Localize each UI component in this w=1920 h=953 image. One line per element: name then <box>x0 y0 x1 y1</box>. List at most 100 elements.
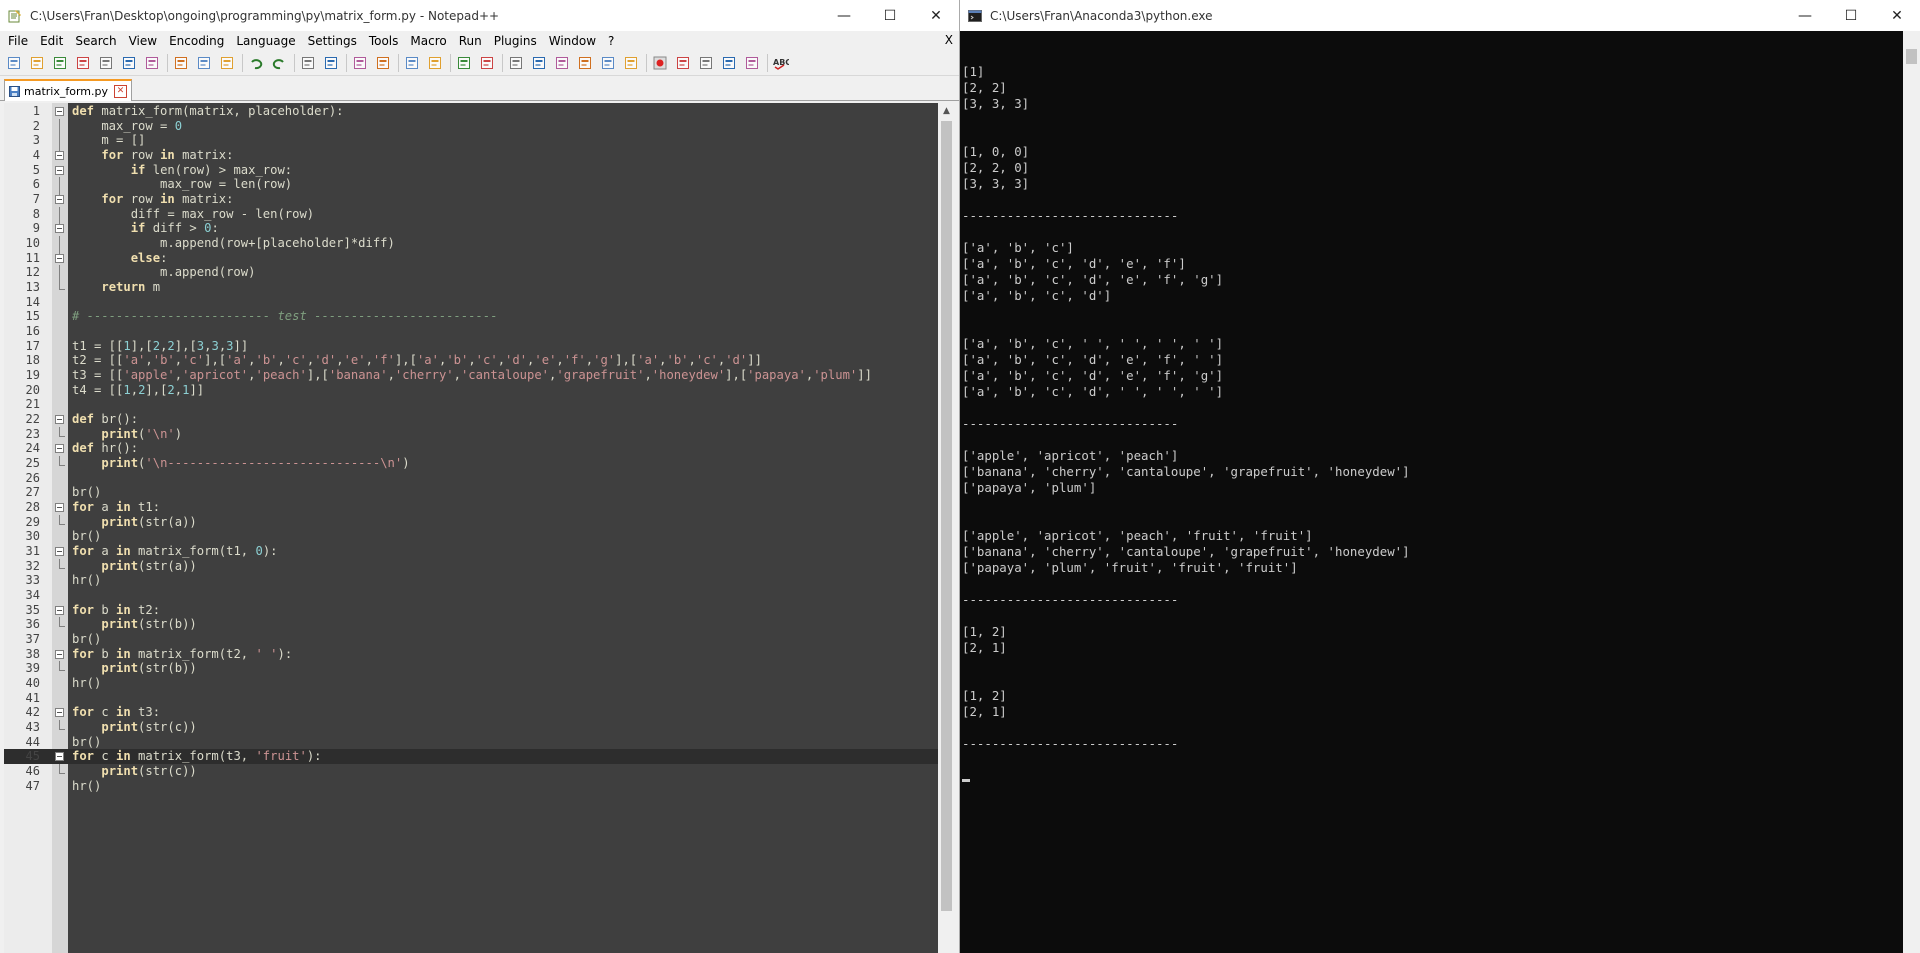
close-all-icon[interactable] <box>121 55 137 71</box>
code-line[interactable]: 10 m.append(row+[placeholder]*diff) <box>4 236 938 255</box>
find-icon[interactable] <box>300 55 316 71</box>
fold-toggle-icon[interactable] <box>55 503 64 513</box>
spell-check-icon[interactable]: ABC <box>773 55 789 71</box>
menu-run[interactable]: Run <box>453 34 488 48</box>
fold-toggle-icon[interactable] <box>55 708 64 718</box>
console-vertical-scrollbar[interactable] <box>1903 31 1920 953</box>
code-line[interactable]: 47 hr() <box>4 779 938 794</box>
zoom-out-icon[interactable] <box>375 55 391 71</box>
code-line[interactable]: 35 for b in t2: <box>4 603 938 618</box>
code-line[interactable]: 6 max_row = len(row) <box>4 177 938 196</box>
monitoring-icon[interactable] <box>623 55 639 71</box>
code-line[interactable]: 22 def br(): <box>4 412 938 427</box>
new-file-icon[interactable] <box>6 55 22 71</box>
code-line[interactable]: 17 t1 = [[1],[2,2],[3,3,3]] <box>4 339 938 354</box>
code-line[interactable]: 11 else: <box>4 251 938 266</box>
code-line[interactable]: 36 print(str(b)) <box>4 617 938 632</box>
cut-icon[interactable] <box>173 55 189 71</box>
copy-icon[interactable] <box>196 55 212 71</box>
undo-icon[interactable] <box>248 55 264 71</box>
code-line[interactable]: 13 return m <box>4 280 938 295</box>
code-editor[interactable]: 1 def matrix_form(matrix, placeholder): 2 … <box>4 103 938 953</box>
scroll-up-arrow-icon[interactable]: ▲ <box>938 103 955 120</box>
fold-toggle-icon[interactable] <box>55 107 64 116</box>
doc-map-icon[interactable] <box>554 55 570 71</box>
code-line[interactable]: 46 print(str(c)) <box>4 764 938 779</box>
code-line[interactable]: 20 t4 = [[1,2],[2,1]] <box>4 383 938 398</box>
save-all-icon[interactable] <box>75 55 91 71</box>
fold-toggle-icon[interactable] <box>55 195 64 205</box>
code-line[interactable]: 27 br() <box>4 485 938 500</box>
code-line[interactable]: 42 for c in t3: <box>4 705 938 720</box>
sync-vertical-icon[interactable] <box>404 55 420 71</box>
code-line[interactable]: 30 br() <box>4 529 938 544</box>
function-list-icon[interactable] <box>577 55 593 71</box>
menu-tools[interactable]: Tools <box>363 34 405 48</box>
editor-scroll-thumb[interactable] <box>941 121 952 911</box>
console-scroll-thumb[interactable] <box>1906 49 1917 64</box>
code-line[interactable]: 25 print('\n----------------------------… <box>4 456 938 471</box>
console-output[interactable]: [1] [2, 2] [3, 3, 3] [1, 0, 0] [2, 2, 0] [3, … <box>962 32 1920 784</box>
user-language-icon[interactable] <box>531 55 547 71</box>
console-close-button[interactable]: ✕ <box>1874 0 1920 31</box>
code-line[interactable]: 23 print('\n') <box>4 426 938 442</box>
fold-toggle-icon[interactable] <box>55 547 64 557</box>
console-title-bar[interactable]: C:\Users\Fran\Anaconda3\python.exe — ☐ ✕ <box>960 0 1920 31</box>
code-line[interactable]: 19 t3 = [['apple','apricot','peach'],['ba… <box>4 368 938 383</box>
indent-guide-icon[interactable] <box>508 55 524 71</box>
menu-plugins[interactable]: Plugins <box>488 34 543 48</box>
menu-file[interactable]: File <box>2 34 34 48</box>
code-line[interactable]: 1 def matrix_form(matrix, placeholder): <box>4 104 938 119</box>
tab-matrix-form-py[interactable]: matrix_form.py ✕ <box>4 79 132 101</box>
code-line[interactable]: 45 for c in matrix_form(t3, 'fruit'): <box>4 749 938 765</box>
open-file-icon[interactable] <box>29 55 45 71</box>
code-line[interactable]: 14 <box>4 295 938 310</box>
code-line[interactable]: 15 # ------------------------- test -----… <box>4 309 938 324</box>
fold-toggle-icon[interactable] <box>55 253 64 263</box>
save-icon[interactable] <box>52 55 68 71</box>
code-line[interactable]: 40 hr() <box>4 676 938 691</box>
code-line[interactable]: 4 for row in matrix: <box>4 148 938 163</box>
code-line[interactable]: 41 <box>4 691 938 706</box>
code-line[interactable]: 5 if len(row) > max_row: <box>4 163 938 178</box>
fold-toggle-icon[interactable] <box>55 444 64 454</box>
editor-minimize-button[interactable]: — <box>821 0 867 31</box>
code-line[interactable]: 16 <box>4 324 938 339</box>
code-line[interactable]: 34 <box>4 588 938 603</box>
zoom-in-icon[interactable] <box>352 55 368 71</box>
fold-toggle-icon[interactable] <box>55 415 64 425</box>
play-macro-icon[interactable] <box>698 55 714 71</box>
menu-search[interactable]: Search <box>69 34 122 48</box>
fold-toggle-icon[interactable] <box>55 224 64 234</box>
fold-toggle-icon[interactable] <box>55 649 64 659</box>
fold-toggle-icon[interactable] <box>55 752 64 762</box>
word-wrap-icon[interactable] <box>456 55 472 71</box>
code-line[interactable]: 3 m = [] <box>4 133 938 152</box>
code-line[interactable]: 21 <box>4 397 938 412</box>
editor-close-button[interactable]: ✕ <box>913 0 959 31</box>
code-line[interactable]: 31 for a in matrix_form(t1, 0): <box>4 544 938 559</box>
menu-window[interactable]: Window <box>543 34 602 48</box>
code-line[interactable]: 9 if diff > 0: <box>4 221 938 236</box>
paste-icon[interactable] <box>219 55 235 71</box>
code-line[interactable]: 26 <box>4 471 938 486</box>
fold-toggle-icon[interactable] <box>55 165 64 175</box>
code-line[interactable]: 2 max_row = 0 <box>4 118 938 137</box>
code-line[interactable]: 37 br() <box>4 632 938 647</box>
redo-icon[interactable] <box>271 55 287 71</box>
menu-view[interactable]: View <box>123 34 163 48</box>
replace-icon[interactable] <box>323 55 339 71</box>
menu-settings[interactable]: Settings <box>302 34 363 48</box>
menu-edit[interactable]: Edit <box>34 34 69 48</box>
code-line[interactable]: 12 m.append(row) <box>4 265 938 284</box>
code-line[interactable]: 44 br() <box>4 735 938 750</box>
code-line[interactable]: 32 print(str(a)) <box>4 558 938 574</box>
show-all-chars-icon[interactable] <box>479 55 495 71</box>
close-icon[interactable] <box>98 55 114 71</box>
menu-language[interactable]: Language <box>230 34 301 48</box>
editor-maximize-button[interactable]: ☐ <box>867 0 913 31</box>
code-line[interactable]: 39 print(str(b)) <box>4 661 938 676</box>
console-maximize-button[interactable]: ☐ <box>1828 0 1874 31</box>
editor-vertical-scrollbar[interactable]: ▲ <box>938 103 955 953</box>
console-minimize-button[interactable]: — <box>1782 0 1828 31</box>
